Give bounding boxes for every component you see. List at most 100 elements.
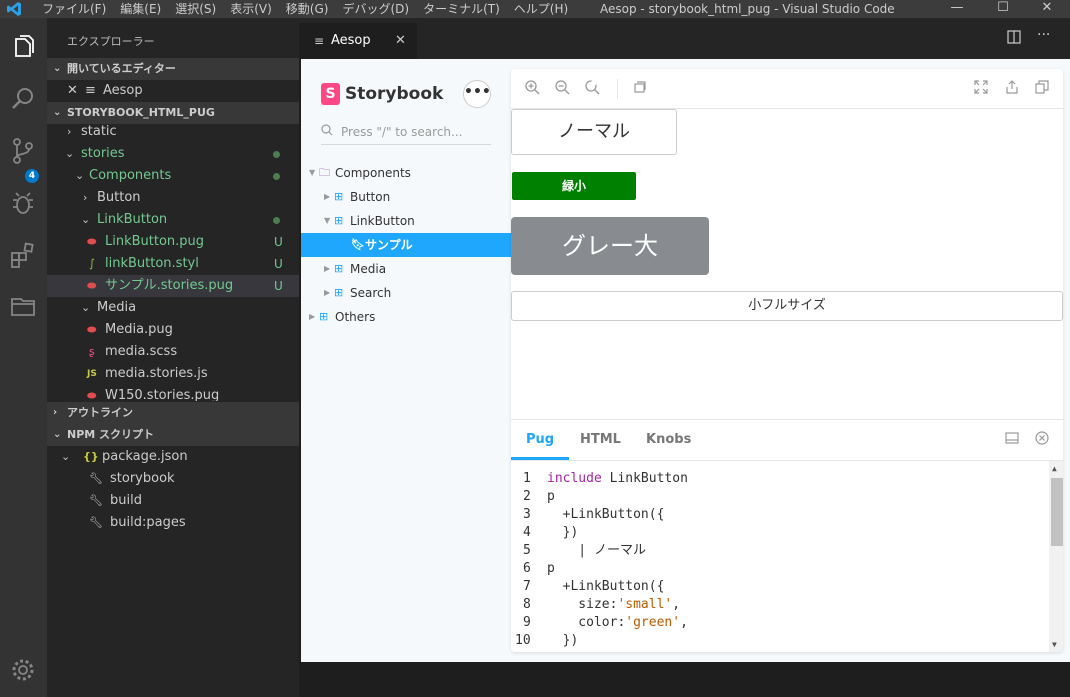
menu-view[interactable]: 表示(V)	[230, 1, 272, 17]
source-control-icon[interactable]	[8, 136, 38, 166]
zoom-in-icon[interactable]	[525, 80, 540, 99]
remote-explorer-icon[interactable]	[8, 292, 38, 322]
tree-item-components[interactable]: ⌄ Components	[47, 165, 299, 187]
tab-html[interactable]: HTML	[580, 420, 621, 460]
background-icon[interactable]	[633, 80, 647, 98]
storybook-search-input[interactable]: Press "/" to search...	[321, 119, 491, 145]
chevron-right-icon: ›	[67, 125, 72, 138]
tree-item-media-stories-js[interactable]: JS media.stories.js	[47, 363, 299, 385]
code-line: 7 +LinkButton({	[511, 578, 1041, 596]
chevron-down-icon: ⌄	[53, 429, 62, 440]
open-editor-item[interactable]: ✕ ≡ Aesop	[47, 80, 299, 102]
line-number: 1	[523, 471, 531, 486]
minimize-button[interactable]: —	[934, 0, 980, 18]
share-icon[interactable]	[1005, 80, 1019, 98]
tree-item-w150-stories[interactable]: ⬬ W150.stories.pug	[47, 385, 299, 401]
npm-script-storybook[interactable]: 🔧︎ storybook	[47, 468, 299, 490]
menu-go[interactable]: 移動(G)	[286, 1, 329, 17]
fullscreen-icon[interactable]	[974, 80, 988, 98]
close-icon[interactable]: ✕	[67, 80, 78, 102]
npm-script-build-pages[interactable]: 🔧︎ build:pages	[47, 512, 299, 534]
chevron-down-icon: ⌄	[53, 63, 62, 74]
link-button-gray-large[interactable]: グレー大	[511, 217, 709, 275]
tree-item-media[interactable]: ⌄ Media	[47, 297, 299, 319]
scroll-down-icon[interactable]: ▼	[1052, 640, 1057, 649]
zoom-out-icon[interactable]	[555, 80, 570, 99]
npm-scripts-header[interactable]: ⌄ NPM スクリプト	[47, 424, 299, 446]
tree-item-linkbutton-pug[interactable]: ⬬ LinkButton.pug U	[47, 231, 299, 253]
panel-area	[299, 662, 1070, 697]
code-scrollbar[interactable]: ▲ ▼	[1049, 461, 1063, 652]
npm-scripts-label: NPM スクリプト	[67, 428, 155, 441]
pug-file-icon: ⬬	[87, 279, 97, 292]
chevron-down-icon: ⌄	[75, 169, 85, 182]
tree-item-sample-stories[interactable]: ⬬ サンプル.stories.pug U	[47, 275, 299, 297]
tree-item-linkbutton-styl[interactable]: ∫ linkButton.styl U	[47, 253, 299, 275]
extensions-icon[interactable]	[8, 240, 38, 270]
link-button-green-small[interactable]: 緑小	[512, 172, 636, 200]
npm-script-label: build:pages	[110, 515, 186, 530]
tab-pug[interactable]: Pug	[511, 420, 570, 460]
scroll-up-icon[interactable]: ▲	[1052, 464, 1057, 473]
nav-others[interactable]: ▶ ⊞ Others	[301, 305, 511, 329]
menu-help[interactable]: ヘルプ(H)	[514, 1, 568, 17]
storybook-menu-button[interactable]: •••	[463, 80, 491, 108]
chevron-down-icon: ⌄	[61, 450, 71, 463]
npm-package-json[interactable]: ⌄ {} package.json	[47, 446, 299, 468]
pug-file-icon: ⬬	[87, 235, 97, 248]
tab-knobs[interactable]: Knobs	[646, 420, 691, 460]
json-file-icon: {}	[83, 450, 99, 463]
outline-header[interactable]: › アウトライン	[47, 402, 299, 424]
open-editors-header[interactable]: ⌄ 開いているエディター	[47, 58, 299, 80]
link-button-normal[interactable]: ノーマル	[511, 109, 677, 155]
nav-story-sample[interactable]: 🔖︎ サンプル	[301, 233, 511, 257]
untracked-status: U	[274, 235, 283, 249]
menu-selection[interactable]: 選択(S)	[175, 1, 216, 17]
scrollbar-thumb[interactable]	[1051, 478, 1063, 546]
nav-search[interactable]: ▶ ⊞ Search	[301, 281, 511, 305]
code-line: 6p	[511, 560, 1041, 578]
tree-item-linkbutton[interactable]: ⌄ LinkButton	[47, 209, 299, 231]
copy-icon[interactable]	[1035, 80, 1049, 98]
code-line: 2p	[511, 488, 1041, 506]
menu-file[interactable]: ファイル(F)	[42, 1, 106, 17]
settings-gear-icon[interactable]	[8, 655, 38, 685]
tree-item-media-scss[interactable]: ʂ media.scss	[47, 341, 299, 363]
menu-terminal[interactable]: ターミナル(T)	[423, 1, 500, 17]
nav-components[interactable]: ▼ 🗀︎ Components	[301, 161, 511, 185]
scm-count-badge: 4	[25, 169, 39, 183]
npm-script-build[interactable]: 🔧︎ build	[47, 490, 299, 512]
debug-icon[interactable]	[8, 188, 38, 218]
menu-edit[interactable]: 編集(E)	[120, 1, 161, 17]
close-window-button[interactable]: ✕	[1024, 0, 1070, 18]
maximize-button[interactable]: ☐	[980, 0, 1026, 18]
modified-dot	[273, 173, 280, 180]
tab-aesop[interactable]: ≡ Aesop ✕	[299, 23, 417, 59]
close-tab-icon[interactable]: ✕	[395, 23, 406, 59]
tree-item-label: static	[81, 124, 117, 139]
preview-panel: ノーマル 緑小 グレー大 小フルサイズ Pug HTML Knobs 1 incl…	[511, 69, 1063, 652]
close-panel-icon[interactable]	[1035, 431, 1049, 449]
link-button-full-small[interactable]: 小フルサイズ	[511, 291, 1063, 321]
nav-media[interactable]: ▶ ⊞ Media	[301, 257, 511, 281]
search-icon[interactable]	[8, 84, 38, 114]
nav-button[interactable]: ▶ ⊞ Button	[301, 185, 511, 209]
split-editor-icon[interactable]	[1007, 30, 1021, 48]
tree-item-stories[interactable]: ⌄ stories	[47, 143, 299, 165]
tree-item-button[interactable]: › Button	[47, 187, 299, 209]
panel-position-icon[interactable]	[1005, 431, 1019, 449]
tree-item-static[interactable]: › static	[47, 121, 299, 143]
chevron-down-icon: ⌄	[81, 213, 91, 226]
tree-item-label: W150.stories.pug	[105, 388, 220, 401]
nav-label: LinkButton	[350, 214, 415, 228]
menu-debug[interactable]: デバッグ(D)	[342, 1, 409, 17]
nav-linkbutton[interactable]: ▼ ⊞ LinkButton	[301, 209, 511, 233]
tree-item-media-pug[interactable]: ⬬ Media.pug	[47, 319, 299, 341]
line-number: 2	[523, 489, 531, 504]
tree-item-label: media.stories.js	[105, 366, 208, 381]
explorer-icon[interactable]	[8, 32, 38, 62]
zoom-reset-icon[interactable]	[585, 80, 600, 99]
window-title: Aesop - storybook_html_pug - Visual Stud…	[600, 2, 895, 16]
javascript-file-icon: JS	[87, 369, 97, 379]
more-actions-icon[interactable]: ···	[1037, 27, 1050, 43]
